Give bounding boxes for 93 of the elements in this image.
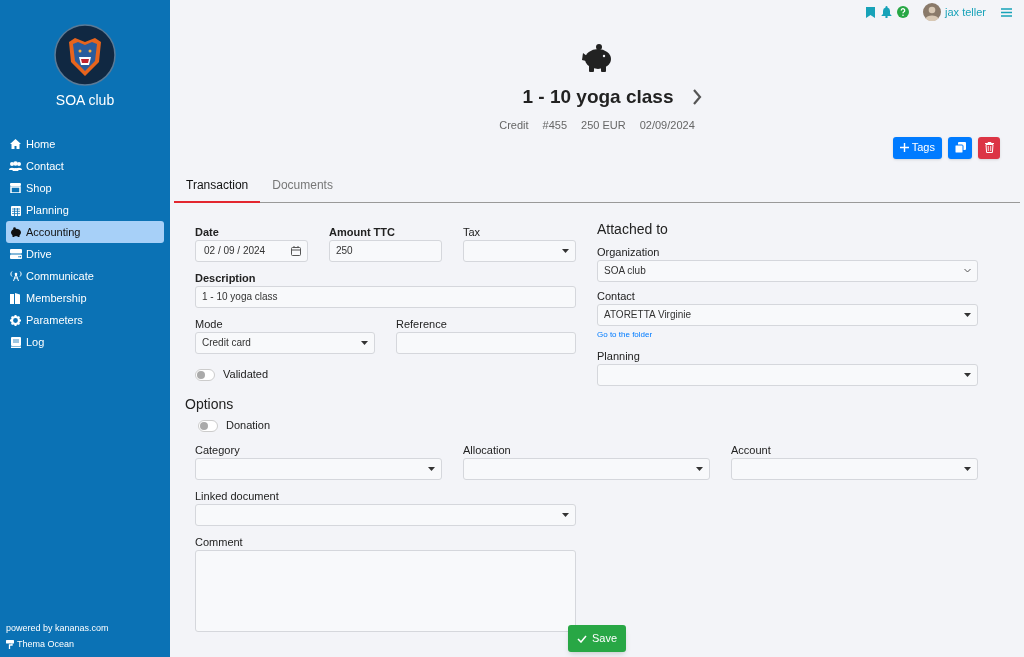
- tab[interactable]: Documents: [260, 168, 345, 202]
- next-chevron-icon[interactable]: [691, 89, 702, 105]
- store-icon: [9, 183, 22, 193]
- sidebar-nav-item[interactable]: Shop: [6, 177, 164, 199]
- caret-icon: [964, 372, 971, 377]
- dropdown-field[interactable]: [463, 457, 710, 480]
- delete-button[interactable]: [978, 136, 1000, 159]
- sidebar-nav-item[interactable]: Communicate: [6, 265, 164, 287]
- duplicate-button[interactable]: [948, 136, 972, 159]
- house-icon: [9, 139, 22, 149]
- field-label: Amount TTC: [329, 224, 395, 240]
- field-label: Mode: [195, 316, 223, 332]
- field-label: Account: [731, 442, 771, 458]
- user-name-link[interactable]: jax teller: [945, 3, 986, 21]
- sidebar-nav-item[interactable]: Membership: [6, 287, 164, 309]
- sidebar-nav-item[interactable]: Log: [6, 331, 164, 353]
- paint-roller-icon: [6, 639, 14, 649]
- field-label: Organization: [597, 244, 660, 260]
- text-field[interactable]: [396, 331, 576, 354]
- sidebar-nav-item[interactable]: Drive: [6, 243, 164, 265]
- checkmark-icon: [577, 634, 587, 643]
- club-name: SOA club: [54, 91, 116, 109]
- field-label: Date: [195, 224, 219, 240]
- calendar-icon: [9, 204, 22, 216]
- dropdown-field[interactable]: [195, 457, 442, 480]
- help-icon[interactable]: [897, 6, 910, 18]
- toggle-label: Validated: [223, 367, 269, 383]
- transaction-meta: 02/09/2024: [639, 118, 695, 133]
- add-tags-button[interactable]: Tags: [892, 136, 942, 159]
- field-label: Allocation: [463, 442, 511, 458]
- people-icon: [9, 161, 22, 171]
- sidebar-nav-item[interactable]: Contact: [6, 155, 164, 177]
- caret-icon: [562, 512, 569, 517]
- comment-textarea[interactable]: [195, 549, 576, 632]
- date-field[interactable]: 02 / 09 / 2024: [195, 239, 308, 262]
- gear-icon: [9, 314, 22, 326]
- copy-icon: [954, 142, 966, 153]
- field-label: Tax: [463, 224, 481, 240]
- caret-icon: [696, 466, 703, 471]
- avatar-icon[interactable]: [923, 3, 942, 21]
- dropdown-field[interactable]: [463, 239, 576, 262]
- field-label: Comment: [195, 534, 243, 550]
- book-icon: [9, 336, 22, 348]
- piggy-bank-icon: [580, 44, 614, 72]
- caret-icon: [361, 340, 368, 345]
- dropdown-field[interactable]: [597, 363, 978, 386]
- plus-icon: [899, 143, 909, 152]
- theme-link[interactable]: Thema Ocean: [6, 638, 109, 650]
- transaction-title: 1 - 10 yoga class: [522, 85, 674, 109]
- text-field[interactable]: 1 - 10 yoga class: [195, 285, 576, 308]
- caret-icon: [428, 466, 435, 471]
- caret-icon: [964, 312, 971, 317]
- caret-icon: [964, 466, 971, 471]
- toggle-label: Donation: [226, 418, 271, 434]
- chevron-down-icon: [964, 268, 971, 273]
- field-label: Reference: [396, 316, 447, 332]
- field-label: Category: [195, 442, 240, 458]
- dropdown-field[interactable]: Credit card: [195, 331, 375, 354]
- field-label: Contact: [597, 288, 635, 304]
- transaction-meta: Credit: [499, 118, 529, 133]
- sidebar-nav-item[interactable]: Accounting: [6, 221, 164, 243]
- tab[interactable]: Transaction: [174, 168, 261, 203]
- trash-icon: [984, 142, 994, 153]
- calendar-icon[interactable]: [291, 245, 301, 256]
- dropdown-field[interactable]: ATORETTA Virginie: [597, 303, 978, 326]
- menu-icon[interactable]: [1001, 7, 1012, 17]
- sidebar-nav-item[interactable]: Parameters: [6, 309, 164, 331]
- door-icon: [9, 292, 22, 304]
- dropdown-field[interactable]: [195, 503, 576, 526]
- sidebar-nav-item[interactable]: Home: [6, 133, 164, 155]
- bookmark-icon[interactable]: [866, 6, 876, 18]
- caret-icon: [562, 248, 569, 253]
- notification-bell-icon[interactable]: [881, 6, 893, 18]
- dropdown-field[interactable]: SOA club: [597, 259, 978, 282]
- dropdown-field[interactable]: [731, 457, 978, 480]
- folder-link[interactable]: Go to the folder: [597, 327, 653, 342]
- field-label: Linked document: [195, 488, 279, 504]
- section-heading: Options: [185, 394, 234, 414]
- antenna-icon: [9, 271, 22, 281]
- sidebar-nav-item[interactable]: Planning: [6, 199, 164, 221]
- piggy-bank-icon: [9, 227, 22, 237]
- field-label: Planning: [597, 348, 640, 364]
- transaction-meta: #455: [542, 118, 568, 133]
- section-heading: Attached to: [597, 219, 669, 239]
- save-button[interactable]: Save: [568, 625, 627, 652]
- transaction-meta: 250 EUR: [581, 118, 626, 133]
- server-icon: [9, 249, 22, 259]
- toggle-switch[interactable]: [198, 419, 218, 432]
- bear-logo: [54, 24, 116, 86]
- toggle-switch[interactable]: [195, 368, 215, 381]
- field-label: Description: [195, 270, 256, 286]
- powered-by-text: powered by kananas.com: [6, 622, 109, 634]
- text-field[interactable]: 250: [329, 239, 442, 262]
